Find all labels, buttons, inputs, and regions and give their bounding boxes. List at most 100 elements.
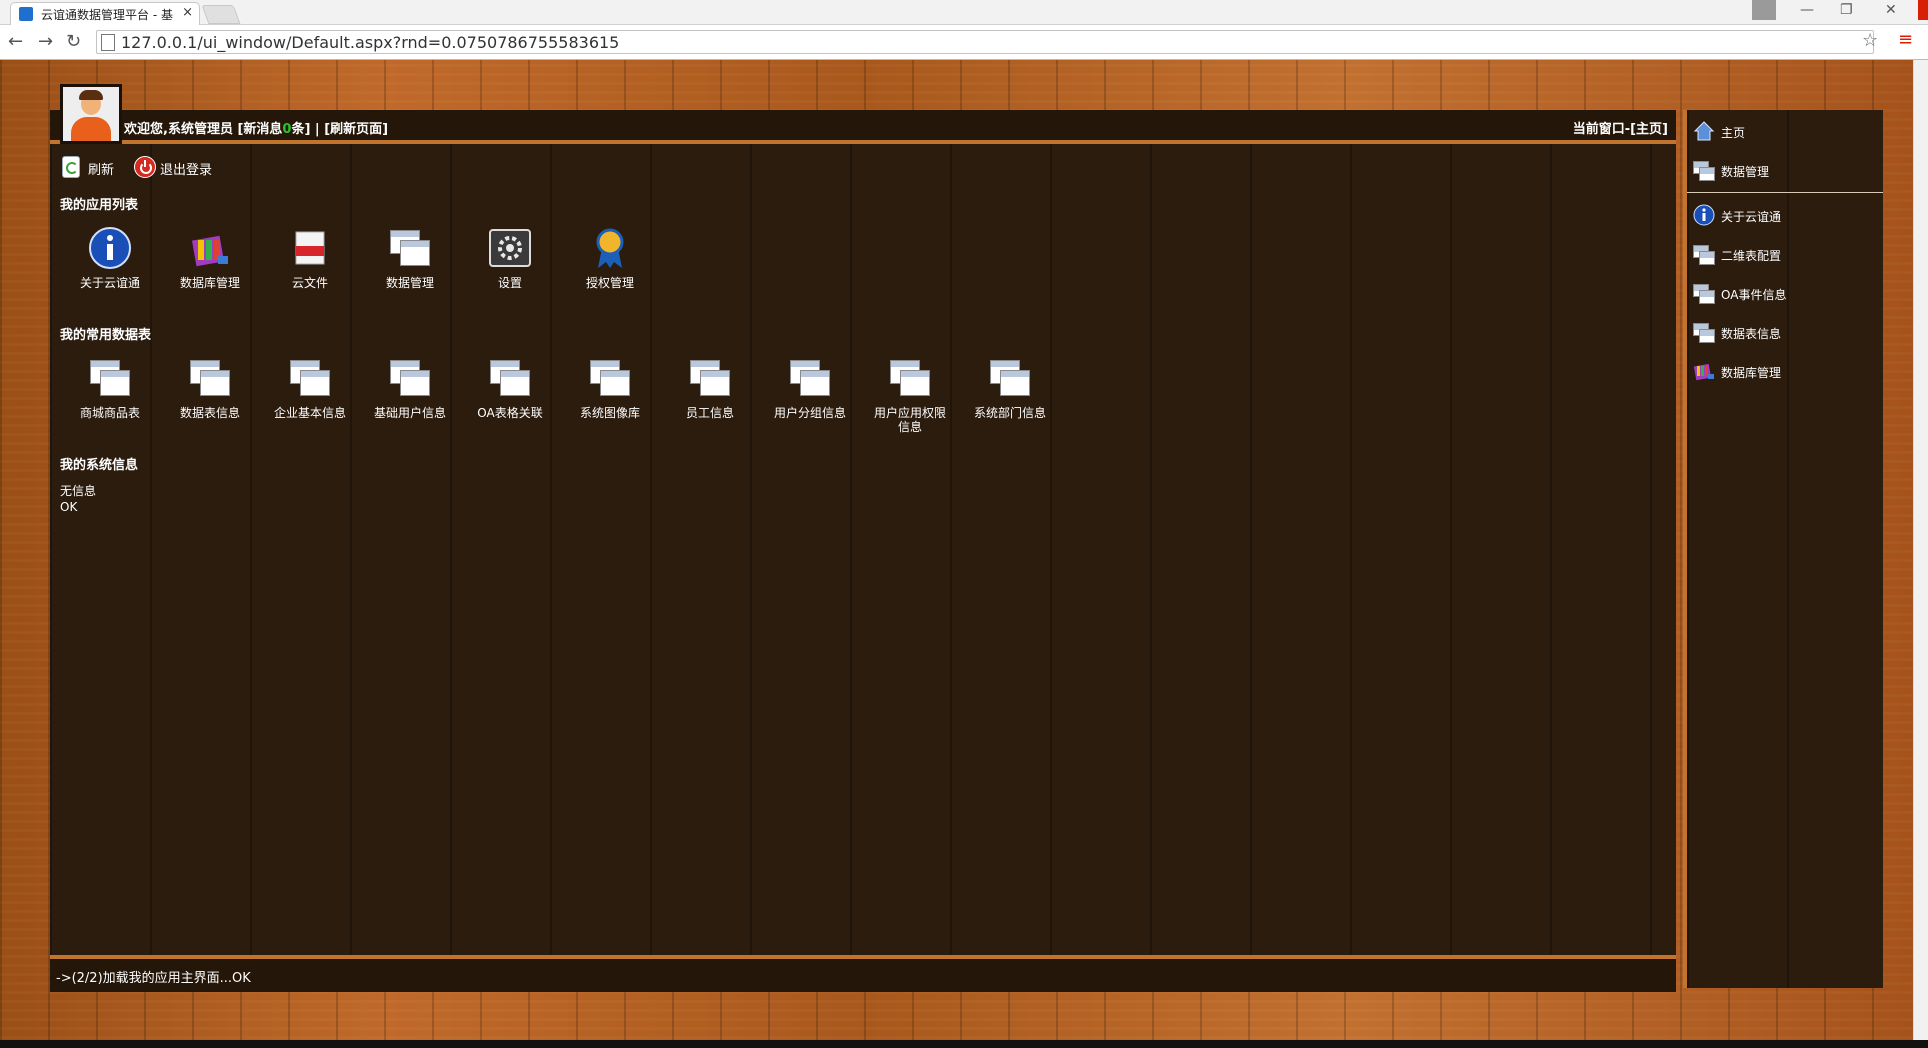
app-label: 数据管理 bbox=[385, 276, 434, 290]
welcome-suffix[interactable]: 条] | [刷新页面] bbox=[291, 122, 388, 137]
app-label: 数据库管理 bbox=[179, 276, 240, 290]
tab-close-button[interactable]: × bbox=[182, 5, 193, 20]
table-item[interactable]: 系统部门信息 bbox=[960, 356, 1060, 420]
restore-button[interactable]: ❐ bbox=[1840, 2, 1853, 18]
app-item-cloud-file[interactable]: 云文件 bbox=[260, 226, 360, 290]
table-item[interactable]: OA表格关联 bbox=[460, 356, 560, 420]
window-icon bbox=[688, 356, 732, 400]
table-label: OA表格关联 bbox=[477, 406, 543, 420]
forward-button[interactable]: → bbox=[38, 31, 53, 52]
window-icon bbox=[788, 356, 832, 400]
table-item[interactable]: 员工信息 bbox=[660, 356, 760, 420]
table-label: 员工信息 bbox=[685, 406, 734, 420]
minimize-button[interactable]: — bbox=[1800, 2, 1814, 18]
window-icon bbox=[388, 226, 432, 270]
profile-icon[interactable] bbox=[1752, 0, 1776, 20]
table-item[interactable]: 用户分组信息 bbox=[760, 356, 860, 420]
home-icon bbox=[1693, 120, 1715, 142]
window-close-button[interactable]: ✕ bbox=[1885, 2, 1897, 18]
window-icon bbox=[1693, 159, 1715, 181]
sidebar-item-label: OA事件信息 bbox=[1721, 288, 1787, 302]
table-label: 系统部门信息 bbox=[973, 406, 1046, 420]
table-item[interactable]: 数据表信息 bbox=[160, 356, 260, 420]
apps-section-title: 我的应用列表 bbox=[60, 198, 139, 213]
window-icon bbox=[88, 356, 132, 400]
browser-toolbar: ← → ↻ 127.0.0.1/ui_window/Default.aspx?r… bbox=[0, 25, 1928, 60]
table-label: 基础用户信息 bbox=[373, 406, 446, 420]
sidebar-divider bbox=[1687, 192, 1883, 193]
taskbar-strip bbox=[0, 1040, 1928, 1048]
window-icon bbox=[1693, 321, 1715, 343]
status-text: ->(2/2)加载我的应用主界面...OK bbox=[56, 971, 251, 986]
current-window-label: 当前窗口-[主页] bbox=[1572, 122, 1668, 137]
header-bar: 欢迎您,系统管理员 [新消息0条] | [刷新页面] 当前窗口-[主页] bbox=[50, 110, 1676, 144]
refresh-label: 刷新 bbox=[88, 163, 115, 178]
sysinfo-section-title: 我的系统信息 bbox=[60, 458, 139, 473]
app-label: 设置 bbox=[497, 276, 522, 290]
sidebar-item-label: 数据库管理 bbox=[1721, 366, 1782, 380]
window-icon bbox=[488, 356, 532, 400]
sidebar-item-label: 数据管理 bbox=[1721, 165, 1770, 179]
page-icon bbox=[101, 34, 115, 51]
app-item-database-manager[interactable]: 数据库管理 bbox=[160, 226, 260, 290]
app-label: 云文件 bbox=[291, 276, 328, 290]
back-button[interactable]: ← bbox=[8, 31, 23, 52]
browser-tab[interactable]: 云谊通数据管理平台 - 基 × bbox=[10, 2, 200, 25]
settings-icon bbox=[488, 226, 532, 270]
sysinfo-line: OK bbox=[60, 500, 78, 514]
power-icon bbox=[134, 156, 156, 178]
table-label: 商城商品表 bbox=[79, 406, 140, 420]
site-favicon-icon bbox=[19, 7, 33, 21]
window-icon bbox=[388, 356, 432, 400]
database-manager-icon bbox=[188, 226, 232, 270]
browser-tabbar: 云谊通数据管理平台 - 基 × — ❐ ✕ bbox=[0, 0, 1928, 25]
table-item[interactable]: 用户应用权限信息 bbox=[870, 356, 950, 434]
window-icon bbox=[888, 356, 932, 400]
table-item[interactable]: 企业基本信息 bbox=[260, 356, 360, 420]
extension-icon[interactable] bbox=[1918, 0, 1928, 20]
table-label: 用户应用权限信息 bbox=[873, 406, 946, 434]
window-icon bbox=[188, 356, 232, 400]
new-tab-button[interactable] bbox=[201, 5, 241, 24]
table-label: 企业基本信息 bbox=[273, 406, 346, 420]
app-list: 关于云谊通 数据库管理 云文件 数据管理 设置 授权管理 bbox=[60, 226, 1160, 296]
page-scrollbar[interactable] bbox=[1913, 60, 1928, 1048]
sidebar-item-label: 主页 bbox=[1721, 126, 1746, 140]
sysinfo-content: 无信息 OK bbox=[60, 483, 96, 515]
refresh-icon bbox=[62, 156, 80, 178]
avatar[interactable] bbox=[60, 84, 122, 144]
app-label: 授权管理 bbox=[585, 276, 634, 290]
table-item[interactable]: 基础用户信息 bbox=[360, 356, 460, 420]
browser-menu-button[interactable]: ≡ bbox=[1898, 29, 1913, 50]
tab-title: 云谊通数据管理平台 - 基 bbox=[41, 8, 173, 22]
ribbon-award-icon bbox=[588, 226, 632, 270]
app-item-settings[interactable]: 设置 bbox=[460, 226, 560, 290]
sidebar: 主页 数据管理 关于云谊通 二维表配置 OA事件信息 数据表信息 数据库管理 bbox=[1683, 110, 1883, 988]
table-label: 数据表信息 bbox=[179, 406, 240, 420]
window-icon bbox=[988, 356, 1032, 400]
welcome-prefix: 欢迎您,系统管理员 [新消息 bbox=[124, 122, 283, 137]
table-item[interactable]: 系统图像库 bbox=[560, 356, 660, 420]
address-bar[interactable]: 127.0.0.1/ui_window/Default.aspx?rnd=0.0… bbox=[96, 30, 1874, 54]
tables-section-title: 我的常用数据表 bbox=[60, 328, 152, 343]
info-icon bbox=[1693, 204, 1715, 226]
sidebar-item-label: 关于云谊通 bbox=[1721, 210, 1782, 224]
url-text[interactable]: 127.0.0.1/ui_window/Default.aspx?rnd=0.0… bbox=[121, 33, 619, 52]
cloud-file-icon bbox=[288, 226, 332, 270]
table-item[interactable]: 商城商品表 bbox=[60, 356, 160, 420]
app-item-about[interactable]: 关于云谊通 bbox=[60, 226, 160, 290]
app-label: 关于云谊通 bbox=[79, 276, 140, 290]
window-icon bbox=[288, 356, 332, 400]
table-label: 系统图像库 bbox=[579, 406, 640, 420]
welcome-text[interactable]: 欢迎您,系统管理员 [新消息0条] | [刷新页面] bbox=[124, 118, 388, 137]
bookmark-star-icon[interactable]: ☆ bbox=[1862, 30, 1878, 51]
app-item-authorization[interactable]: 授权管理 bbox=[560, 226, 660, 290]
app-item-data-management[interactable]: 数据管理 bbox=[360, 226, 460, 290]
logout-label: 退出登录 bbox=[160, 163, 213, 178]
reload-button[interactable]: ↻ bbox=[66, 31, 81, 52]
sysinfo-line: 无信息 bbox=[60, 484, 97, 498]
status-bar: ->(2/2)加载我的应用主界面...OK bbox=[50, 955, 1676, 992]
window-icon bbox=[1693, 282, 1715, 304]
table-label: 用户分组信息 bbox=[773, 406, 846, 420]
sidebar-item-label: 二维表配置 bbox=[1721, 249, 1782, 263]
